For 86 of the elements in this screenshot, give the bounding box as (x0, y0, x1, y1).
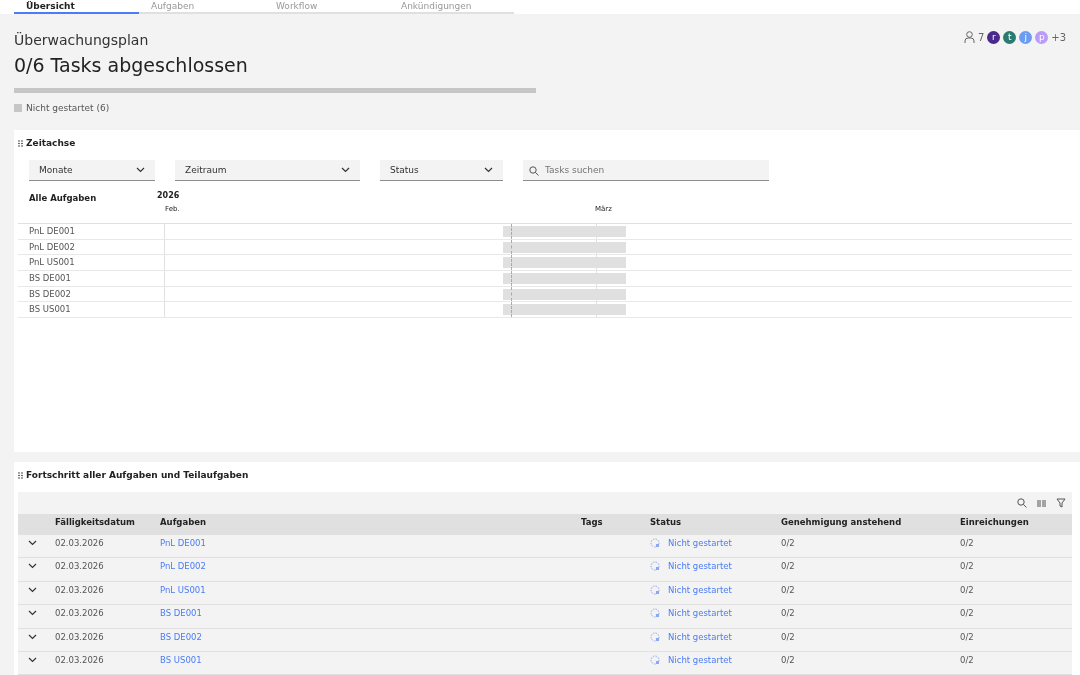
avatar[interactable]: p (1035, 30, 1049, 44)
status-icon (650, 631, 660, 642)
column-header: Aufgaben (160, 516, 208, 527)
avatar[interactable]: j (1019, 30, 1033, 44)
filter-icon (1056, 498, 1066, 508)
chevron-down-icon (28, 563, 37, 570)
more-members[interactable]: +3 (1051, 31, 1066, 43)
task-label: PnL DE001 (18, 224, 165, 239)
column-header: Fälligkeitsdatum (55, 516, 136, 527)
table-cell-text: 02.03.2026 (55, 538, 105, 549)
chevron-down-icon (341, 167, 350, 173)
task-label: PnL DE002 (18, 239, 165, 255)
task-link[interactable]: BS DE001 (160, 608, 202, 619)
column-header: Einreichungen (960, 516, 1030, 527)
tab[interactable]: Workflow (264, 0, 389, 14)
table-cell-text: 02.03.2026 (55, 655, 105, 666)
table-cell-text: 0/2 (781, 631, 796, 642)
status-icon (650, 655, 660, 666)
avatar[interactable]: t (1003, 30, 1017, 44)
table-cell-text: 0/2 (781, 608, 796, 619)
chevron-down-icon (484, 167, 493, 173)
status-link[interactable]: Nicht gestartet (668, 655, 732, 666)
drag-handle-icon (18, 139, 23, 147)
table-cell-text: 02.03.2026 (55, 631, 105, 642)
legend-swatch (14, 104, 22, 112)
task-link[interactable]: BS US001 (160, 655, 202, 666)
table-cell-text: 0/2 (781, 561, 796, 572)
status-icon (650, 608, 660, 619)
dropdown[interactable]: Status (380, 160, 503, 181)
filter-button[interactable] (1056, 498, 1066, 508)
chevron-down-icon (136, 167, 145, 173)
table-cell-text: 0/2 (960, 608, 975, 619)
column-header: Status (650, 516, 683, 527)
column-header: Genehmigung anstehend (781, 516, 903, 527)
drag-handle-icon (18, 471, 23, 479)
table-cell-text: 0/2 (960, 561, 975, 572)
page-title: 0/6 Tasks abgeschlossen (14, 54, 249, 76)
status-link[interactable]: Nicht gestartet (668, 631, 732, 642)
table-cell-text: 0/2 (960, 655, 975, 666)
member-count: 7 (977, 31, 985, 43)
task-link[interactable]: BS DE002 (160, 631, 202, 642)
task-label: PnL US001 (18, 255, 165, 271)
column-header: Tags (581, 516, 604, 527)
chevron-down-icon (28, 633, 37, 640)
section-title: Zeitachse (26, 138, 76, 148)
chevron-down-icon (28, 610, 37, 617)
status-icon (650, 561, 660, 572)
table-cell-text: 02.03.2026 (55, 608, 105, 619)
task-link[interactable]: PnL DE002 (160, 561, 206, 572)
table-cell-text: 0/2 (960, 584, 975, 595)
year-label: 2026 (157, 191, 180, 200)
table-cell-text: 0/2 (781, 538, 796, 549)
task-link[interactable]: PnL US001 (160, 584, 206, 595)
task-label: BS DE001 (18, 271, 165, 286)
table-cell-text: 0/2 (960, 631, 975, 642)
status-icon (650, 584, 660, 595)
section-title: Fortschritt aller Aufgaben und Teilaufgaben (26, 470, 249, 480)
table-cell-text: 0/2 (781, 584, 796, 595)
avatar[interactable]: r (987, 30, 1001, 44)
tab[interactable]: Ankündigungen (389, 0, 514, 14)
status-link[interactable]: Nicht gestartet (668, 608, 732, 619)
task-label: BS DE002 (18, 286, 165, 302)
task-link[interactable]: PnL DE001 (160, 538, 206, 549)
table-cell-text: 0/2 (781, 655, 796, 666)
search-field[interactable]: Tasks suchen (523, 160, 769, 181)
chevron-down-icon (28, 540, 37, 547)
status-link[interactable]: Nicht gestartet (668, 584, 732, 595)
chevron-down-icon (28, 586, 37, 593)
user-icon (963, 31, 975, 43)
table-cell-text: 02.03.2026 (55, 561, 105, 572)
task-label: BS US001 (18, 302, 165, 318)
tab[interactable]: Aufgaben (139, 0, 264, 14)
search-button[interactable] (1017, 498, 1027, 508)
table-cell-text: 0/2 (960, 538, 975, 549)
status-icon (650, 538, 660, 549)
plan-subtitle: Überwachungsplan (14, 32, 150, 48)
columns-icon (1037, 498, 1046, 508)
legend-label: Nicht gestartet (6) (26, 103, 110, 113)
dropdown[interactable]: Monate (29, 160, 155, 181)
dropdown[interactable]: Zeitraum (175, 160, 360, 181)
search-icon (1017, 498, 1027, 508)
chevron-down-icon (28, 657, 37, 664)
status-link[interactable]: Nicht gestartet (668, 561, 732, 572)
table-cell-text: 02.03.2026 (55, 584, 105, 595)
tab[interactable]: Übersicht (14, 0, 139, 14)
status-link[interactable]: Nicht gestartet (668, 538, 732, 549)
